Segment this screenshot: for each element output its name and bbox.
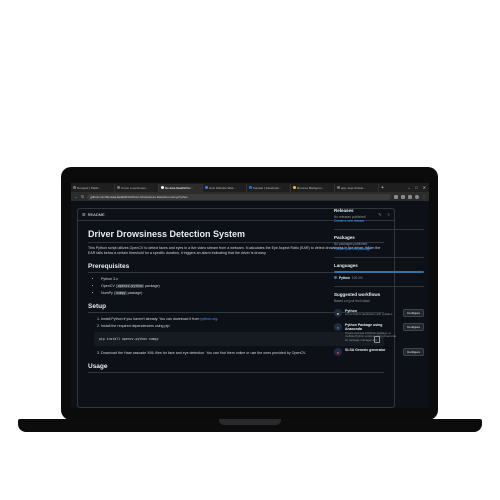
- languages-title: Languages: [334, 262, 358, 268]
- tab-favicon-icon: [73, 186, 76, 189]
- address-bar-row: ← ↻ github.com/RenukaJasaliGFG/Driver-Dr…: [71, 192, 429, 201]
- maximize-icon[interactable]: □: [415, 185, 417, 190]
- workflow-item: ● Python Lint a Python application with …: [334, 309, 424, 318]
- menu-icon[interactable]: ⋮: [422, 194, 426, 199]
- minimize-icon[interactable]: –: [408, 185, 410, 190]
- browser-tab[interactable]: Kanwar | Facebook...: [247, 183, 291, 192]
- tab-favicon-icon: [337, 186, 340, 189]
- github-icon: [161, 186, 164, 189]
- repo-sidebar: Releases No releases published Create a …: [334, 208, 424, 362]
- reload-icon[interactable]: ↻: [81, 194, 84, 199]
- releases-section: Releases No releases published Create a …: [334, 208, 424, 231]
- tab-favicon-icon: [117, 186, 120, 189]
- extension-icon[interactable]: [401, 194, 405, 199]
- new-tab-button[interactable]: +: [379, 185, 386, 191]
- packages-title[interactable]: Packages: [334, 235, 424, 240]
- back-icon[interactable]: ←: [74, 194, 78, 199]
- python-org-link[interactable]: python.org: [200, 317, 217, 321]
- usage-heading: Usage: [88, 363, 384, 374]
- publish-package-link[interactable]: Publish your first package: [334, 247, 424, 251]
- browser-tab-bar: Dumped | Platfo... Cómo a secciones... R…: [71, 183, 429, 192]
- configure-button[interactable]: Configure: [402, 323, 424, 332]
- tab-favicon-icon: [205, 186, 208, 189]
- browser-tab[interactable]: app: deer.drowsi...: [335, 183, 379, 192]
- address-bar[interactable]: github.com/RenukaJasaliGFG/Driver-Drowsi…: [87, 193, 391, 200]
- laptop-notch: [219, 419, 281, 425]
- language-bar: [334, 270, 424, 273]
- window-controls: – □ ✕: [408, 185, 429, 190]
- tab-favicon-icon: [293, 186, 296, 189]
- python-icon: ●: [334, 309, 342, 318]
- close-icon[interactable]: ✕: [423, 185, 426, 190]
- slsa-icon: ●: [334, 348, 342, 357]
- languages-section: Languages Python 100.0%: [334, 262, 424, 288]
- workflows-section: Suggested workflows Based on your tech s…: [334, 292, 424, 357]
- book-icon: ☰: [82, 212, 86, 217]
- anaconda-icon: ●: [334, 323, 342, 332]
- workflows-title: Suggested workflows: [334, 292, 381, 298]
- browser-tab[interactable]: Remove Backgrou...: [291, 183, 335, 192]
- browser-tab[interactable]: Cómo a secciones...: [115, 183, 159, 192]
- extension-icon[interactable]: [394, 194, 398, 199]
- configure-button[interactable]: Configure: [402, 309, 424, 318]
- browser-tab[interactable]: How Website Was...: [203, 183, 247, 192]
- readme-tab[interactable]: ☰ README: [82, 212, 105, 217]
- workflow-item: ● Python Package using Anaconda Create a…: [334, 323, 424, 342]
- inline-code: opencv-python: [116, 284, 144, 289]
- profile-icon[interactable]: [415, 194, 419, 199]
- releases-title[interactable]: Releases: [334, 208, 424, 213]
- language-item[interactable]: Python 100.0%: [334, 276, 424, 280]
- laptop-screen: Dumped | Platfo... Cómo a secciones... R…: [71, 183, 429, 408]
- workflow-item: ● SLSA Generic generator Configure: [334, 348, 424, 357]
- packages-section: Packages No packages published Publish y…: [334, 235, 424, 258]
- extension-icon[interactable]: [408, 194, 412, 199]
- create-release-link[interactable]: Create a new release: [334, 219, 424, 223]
- configure-button[interactable]: Configure: [402, 348, 424, 357]
- browser-tab[interactable]: Dumped | Platfo...: [71, 183, 115, 192]
- browser-tab-active[interactable]: RenukaJasaliGFG/...: [159, 183, 203, 192]
- inline-code: numpy: [114, 291, 127, 296]
- language-dot-icon: [334, 276, 337, 280]
- tab-favicon-icon: [249, 186, 252, 189]
